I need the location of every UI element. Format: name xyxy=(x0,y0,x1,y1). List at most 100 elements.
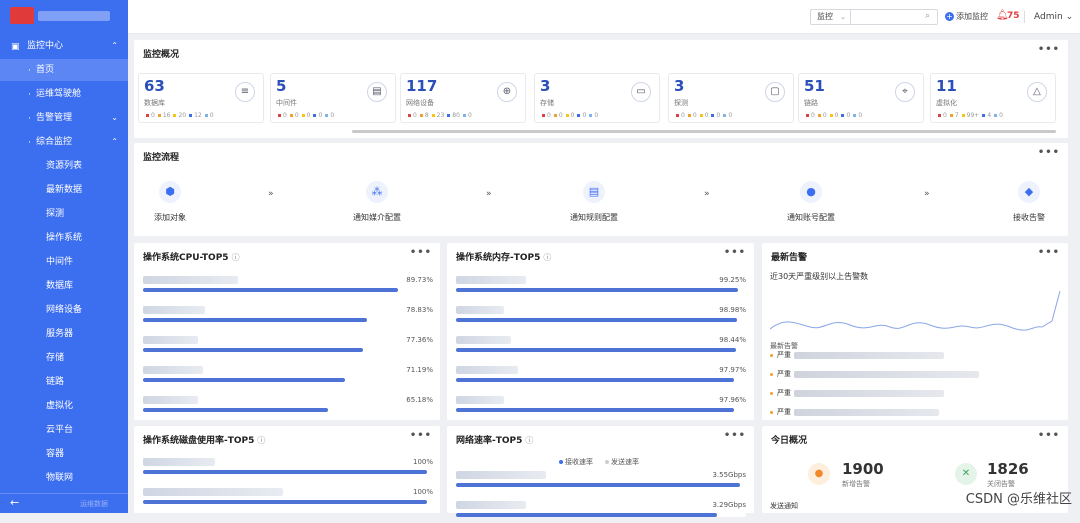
bar-value: 3.29Gbps xyxy=(712,501,746,509)
status-swatch xyxy=(841,113,845,117)
blurred-host-label xyxy=(143,396,198,404)
mem-menu-icon[interactable]: ••• xyxy=(724,247,746,258)
bar-row[interactable]: 97.97% xyxy=(456,366,746,388)
overview-menu-icon[interactable]: ••• xyxy=(1038,44,1060,55)
sidebar-item[interactable]: 链路 xyxy=(0,371,128,393)
sidebar-item[interactable]: 最新数据 xyxy=(0,179,128,201)
legend-send[interactable]: 发送速率 xyxy=(605,457,639,467)
bar-row[interactable]: 99.25% xyxy=(456,276,746,298)
bar-row[interactable]: 100% xyxy=(143,488,433,510)
bar-row[interactable]: 97.96% xyxy=(456,396,746,418)
alerts-title: 最新告警 xyxy=(771,253,808,263)
bar-fill xyxy=(456,318,738,322)
process-step[interactable]: ▤ 通知规则配置 xyxy=(549,181,639,223)
status-count: 23 xyxy=(436,112,445,119)
alert-level: 严重 xyxy=(777,370,791,378)
status-count: 0 xyxy=(822,112,827,119)
alert-count-badge[interactable]: 75 xyxy=(1007,11,1020,21)
info-icon[interactable]: ⓘ xyxy=(525,436,533,445)
sidebar-item[interactable]: 物联网 xyxy=(0,467,128,489)
info-icon[interactable]: ⓘ xyxy=(257,436,265,445)
process-step[interactable]: ● 通知账号配置 xyxy=(766,181,856,223)
sidebar-item[interactable]: 探测 xyxy=(0,203,128,225)
status-count: 0 xyxy=(858,112,863,119)
overview-card[interactable]: 11 虚拟化 △ 0 7 99+ 4 0 xyxy=(930,73,1056,123)
bar-row[interactable]: 89.73% xyxy=(143,276,433,298)
sidebar-item[interactable]: · 综合监控 ⌃ xyxy=(0,131,128,153)
alert-row[interactable]: 严重 xyxy=(770,350,944,360)
alert-row[interactable]: 严重 xyxy=(770,407,939,417)
today-menu-icon[interactable]: ••• xyxy=(1038,430,1060,441)
legend-send-label: 发送速率 xyxy=(611,458,639,466)
bar-row[interactable]: 3.29Gbps xyxy=(456,501,746,523)
sidebar-item[interactable]: ▣ 监控中心 ⌃ xyxy=(0,35,128,57)
overview-card[interactable]: 51 链路 ⌖ 0 0 0 0 0 xyxy=(798,73,924,123)
sidebar-item[interactable]: 网络设备 xyxy=(0,299,128,321)
bar-row[interactable]: 3.55Gbps xyxy=(456,471,746,493)
middleware-icon: ▤ xyxy=(367,82,387,102)
info-icon[interactable]: ⓘ xyxy=(232,253,240,262)
alert-row[interactable]: 严重 xyxy=(770,369,979,379)
sidebar-item[interactable]: 云平台 xyxy=(0,419,128,441)
bar-row[interactable]: 98.98% xyxy=(456,306,746,328)
database-icon: ≡ xyxy=(235,82,255,102)
sidebar-item-label: 存储 xyxy=(46,353,65,363)
sidebar-item[interactable]: 数据库 xyxy=(0,275,128,297)
search-type-select[interactable]: 监控 ⌄ xyxy=(810,9,850,25)
disk-menu-icon[interactable]: ••• xyxy=(410,430,432,441)
cpu-menu-icon[interactable]: ••• xyxy=(410,247,432,258)
card-stats: 0 8 23 80 0 xyxy=(405,112,472,119)
sidebar-item[interactable]: 虚拟化 xyxy=(0,395,128,417)
card-value: 63 xyxy=(144,77,165,95)
status-swatch xyxy=(723,113,727,117)
process-menu-icon[interactable]: ••• xyxy=(1038,147,1060,158)
bar-row[interactable]: 98.44% xyxy=(456,336,746,358)
status-count: 20 xyxy=(178,112,187,119)
sidebar-item[interactable]: 容器 xyxy=(0,443,128,465)
status-count: 0 xyxy=(294,112,299,119)
sidebar-item[interactable]: 资源列表 xyxy=(0,155,128,177)
status-swatch xyxy=(853,113,857,117)
bar-row[interactable]: 71.19% xyxy=(143,366,433,388)
sidebar-item[interactable]: 中间件 xyxy=(0,251,128,273)
process-step[interactable]: ⁂ 通知媒介配置 xyxy=(332,181,422,223)
overview-card[interactable]: 3 存储 ▭ 0 0 0 0 0 xyxy=(534,73,660,123)
status-swatch xyxy=(817,113,821,117)
net-menu-icon[interactable]: ••• xyxy=(724,430,746,441)
legend-receive[interactable]: 接收速率 xyxy=(559,457,593,467)
bar-track xyxy=(456,408,746,412)
document-icon: ▤ xyxy=(583,181,605,203)
monitor-icon: ▣ xyxy=(11,42,20,52)
sidebar-item-label: 综合监控 xyxy=(36,137,73,147)
arrow-left-icon[interactable]: ← xyxy=(10,496,19,509)
sidebar-item[interactable]: 服务器 xyxy=(0,323,128,345)
overview-scrollbar[interactable] xyxy=(352,130,1056,133)
overview-card[interactable]: 5 中间件 ▤ 0 0 0 0 0 xyxy=(270,73,396,123)
blurred-alert-text xyxy=(794,408,939,416)
overview-card[interactable]: 117 网络设备 ⊕ 0 8 23 80 0 xyxy=(400,73,526,123)
info-icon[interactable]: ⓘ xyxy=(543,253,551,262)
status-swatch xyxy=(289,113,293,117)
bar-row[interactable]: 77.36% xyxy=(143,336,433,358)
alerts-panel: 最新告警 ••• 近30天严重级别以上告警数 最新告警 严重 严重 严重 严重 xyxy=(762,243,1068,420)
app-logo[interactable] xyxy=(10,7,34,24)
process-step[interactable]: ◆ 接收告警 xyxy=(984,181,1074,223)
search-type-label: 监控 xyxy=(817,12,833,21)
user-menu[interactable]: Admin ⌄ xyxy=(1034,12,1073,22)
overview-card[interactable]: 3 探测 ▢ 0 0 0 0 0 xyxy=(668,73,794,123)
sidebar-item[interactable]: · 运维驾驶舱 xyxy=(0,83,128,105)
bar-row[interactable]: 100% xyxy=(143,458,433,480)
add-monitor-button[interactable]: + 添加监控 xyxy=(945,11,988,22)
sidebar-item[interactable]: 操作系统 xyxy=(0,227,128,249)
status-count: 0 xyxy=(704,112,709,119)
sidebar-item[interactable]: · 首页 xyxy=(0,59,128,81)
alert-row[interactable]: 严重 xyxy=(770,388,944,398)
bar-row[interactable]: 78.83% xyxy=(143,306,433,328)
bar-row[interactable]: 65.18% xyxy=(143,396,433,418)
sidebar-item[interactable]: 存储 xyxy=(0,347,128,369)
search-icon[interactable]: ⌕ xyxy=(925,11,935,21)
overview-card[interactable]: 63 数据库 ≡ 0 16 20 12 0 xyxy=(138,73,264,123)
sidebar-item[interactable]: · 告警管理 ⌄ xyxy=(0,107,128,129)
alerts-menu-icon[interactable]: ••• xyxy=(1038,247,1060,258)
process-step[interactable]: ⬢ 添加对象 xyxy=(125,181,215,223)
